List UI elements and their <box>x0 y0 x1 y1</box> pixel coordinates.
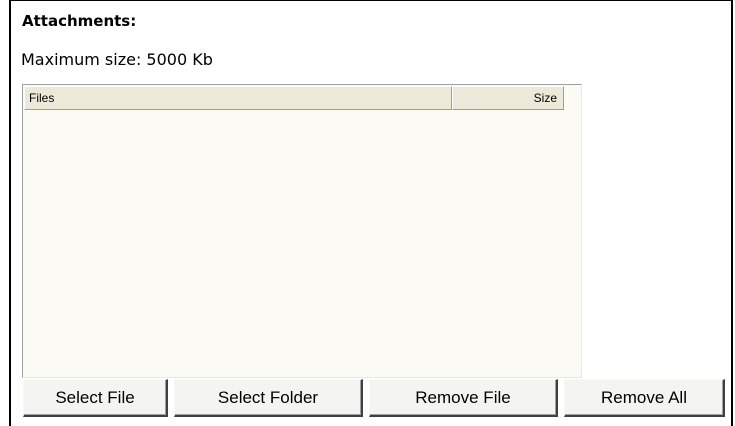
select-file-button[interactable]: Select File <box>23 379 168 417</box>
column-header-size[interactable]: Size <box>452 86 564 110</box>
file-list[interactable]: Files Size <box>22 84 582 378</box>
remove-all-button[interactable]: Remove All <box>564 379 725 417</box>
attachments-title: Attachments: <box>22 12 137 30</box>
column-header-files[interactable]: Files <box>24 86 452 110</box>
file-list-header: Files Size <box>24 86 566 110</box>
remove-file-button[interactable]: Remove File <box>369 379 558 417</box>
max-size-label: Maximum size: 5000 Kb <box>21 50 213 69</box>
select-folder-button[interactable]: Select Folder <box>174 379 363 417</box>
